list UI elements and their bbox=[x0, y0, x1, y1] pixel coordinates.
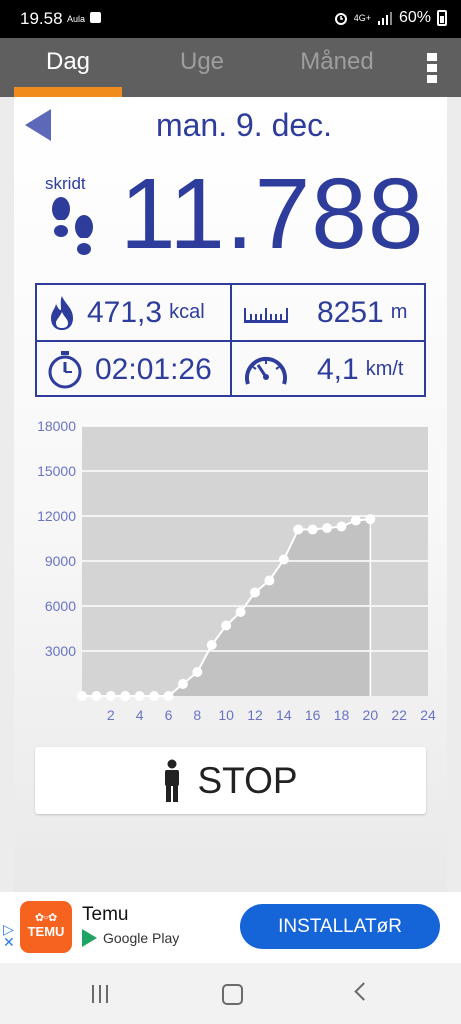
y-tick-label: 3000 bbox=[45, 643, 76, 659]
x-tick-label: 18 bbox=[334, 707, 350, 723]
home-icon[interactable] bbox=[222, 984, 243, 1005]
chart-data-point bbox=[120, 691, 131, 701]
distance-cell: 8251 m bbox=[243, 285, 407, 340]
y-tick-label: 18000 bbox=[37, 418, 76, 434]
x-tick-label: 10 bbox=[218, 707, 234, 723]
alarm-icon bbox=[334, 13, 347, 25]
checkbox-notification-icon bbox=[90, 12, 101, 23]
calories-unit: kcal bbox=[169, 301, 205, 323]
x-tick-label: 12 bbox=[247, 707, 263, 723]
x-tick-label: 22 bbox=[391, 707, 407, 723]
calories-cell: 471,3 kcal bbox=[47, 285, 205, 340]
chart-data-point bbox=[350, 515, 361, 526]
google-play-badge: Google Play bbox=[82, 929, 179, 947]
distance-value: 8251 bbox=[317, 295, 384, 329]
stop-button[interactable]: STOP bbox=[35, 747, 426, 814]
flame-icon bbox=[51, 295, 73, 330]
back-icon[interactable] bbox=[354, 982, 373, 1001]
footprints-icon bbox=[52, 197, 93, 255]
status-bar: 19.58 Aula 4G+ 60% bbox=[0, 0, 461, 38]
stopwatch-icon bbox=[48, 350, 82, 388]
y-tick-label: 15000 bbox=[37, 463, 76, 479]
chart-data-point bbox=[293, 524, 304, 535]
signal-icon bbox=[377, 12, 392, 25]
duration-cell: 02:01:26 bbox=[47, 342, 212, 397]
battery-percent: 60% bbox=[398, 9, 431, 26]
chart-data-point bbox=[134, 691, 145, 701]
chart-data-point bbox=[250, 587, 260, 598]
stop-button-label: STOP bbox=[197, 759, 298, 801]
ad-store-label: Google Play bbox=[103, 930, 180, 946]
ad-banner[interactable]: ▷ ✕ ✿▫✿ TEMU Temu Google Play INSTALLATøR bbox=[0, 892, 461, 963]
x-tick-label: 14 bbox=[276, 707, 292, 723]
stats-grid: 471,3 kcal 8251 m 02:01:26 4,1 km/t bbox=[35, 283, 426, 397]
calories-value: 471,3 bbox=[87, 295, 163, 329]
y-tick-label: 12000 bbox=[37, 508, 76, 524]
install-button[interactable]: INSTALLATøR bbox=[240, 904, 440, 949]
x-tick-label: 2 bbox=[107, 707, 115, 723]
main-content: man. 9. dec. skridt 11.788 471,3 kcal 82… bbox=[14, 97, 447, 892]
speed-value: 4,1 bbox=[317, 352, 359, 386]
temu-logo-text: TEMU bbox=[27, 924, 65, 939]
chart-data-point bbox=[307, 524, 318, 535]
chart-data-point bbox=[177, 679, 188, 689]
temu-logo: ✿▫✿ TEMU bbox=[20, 901, 72, 953]
chart-data-point bbox=[149, 691, 160, 701]
system-nav-bar bbox=[0, 963, 461, 1024]
tab-day[interactable]: Dag bbox=[14, 48, 122, 76]
chart-data-point bbox=[235, 607, 246, 617]
x-tick-label: 20 bbox=[363, 707, 379, 723]
status-right-group: 4G+ 60% bbox=[334, 9, 447, 27]
steps-chart: 3000600090001200015000180002 4 6 8 10 12 14 16 1… bbox=[37, 418, 436, 723]
chart-data-point bbox=[91, 691, 102, 701]
ad-app-name: Temu bbox=[82, 904, 129, 925]
chart-data-point bbox=[264, 575, 275, 586]
distance-unit: m bbox=[390, 301, 408, 323]
overflow-menu-icon[interactable] bbox=[425, 51, 439, 85]
status-app-indicator: Aula bbox=[67, 14, 86, 24]
google-play-icon bbox=[82, 929, 97, 947]
speed-cell: 4,1 km/t bbox=[243, 342, 404, 397]
tab-bar: Dag Uge Måned bbox=[0, 38, 461, 97]
network-type-label: 4G+ bbox=[353, 13, 371, 23]
chart-data-point bbox=[77, 691, 87, 701]
chart-data-point bbox=[192, 667, 203, 677]
chart-data-point bbox=[206, 640, 217, 650]
x-tick-label: 16 bbox=[305, 707, 321, 723]
x-tick-label: 4 bbox=[136, 707, 144, 723]
chart-data-point bbox=[322, 523, 333, 533]
status-time: 19.58 bbox=[20, 9, 63, 28]
chart-data-point bbox=[163, 691, 174, 701]
chart-data-point bbox=[336, 521, 347, 532]
battery-icon bbox=[437, 10, 447, 26]
ad-choices-icon[interactable]: ▷ ✕ bbox=[3, 922, 17, 949]
steps-label: skridt bbox=[45, 174, 86, 193]
tab-month[interactable]: Måned bbox=[285, 48, 389, 76]
recents-icon[interactable] bbox=[92, 985, 112, 1003]
duration-value: 02:01:26 bbox=[95, 352, 212, 386]
previous-day-arrow-icon[interactable] bbox=[25, 109, 51, 141]
active-tab-indicator bbox=[14, 87, 122, 97]
chart-data-point bbox=[221, 620, 232, 631]
date-title: man. 9. dec. bbox=[155, 107, 333, 143]
chart-data-point bbox=[105, 691, 116, 701]
y-tick-label: 6000 bbox=[45, 598, 76, 614]
chart-data-point bbox=[365, 514, 376, 525]
steps-count: 11.788 bbox=[120, 158, 425, 270]
y-tick-label: 9000 bbox=[45, 553, 76, 569]
x-tick-label: 8 bbox=[193, 707, 201, 723]
ruler-icon bbox=[244, 307, 288, 323]
tab-week[interactable]: Uge bbox=[150, 48, 254, 76]
x-tick-label: 6 bbox=[165, 707, 173, 723]
speed-unit: km/t bbox=[365, 358, 404, 380]
x-tick-label: 24 bbox=[420, 707, 436, 723]
chart-data-point bbox=[278, 554, 289, 565]
speedometer-icon bbox=[245, 356, 287, 385]
person-icon bbox=[165, 759, 180, 802]
